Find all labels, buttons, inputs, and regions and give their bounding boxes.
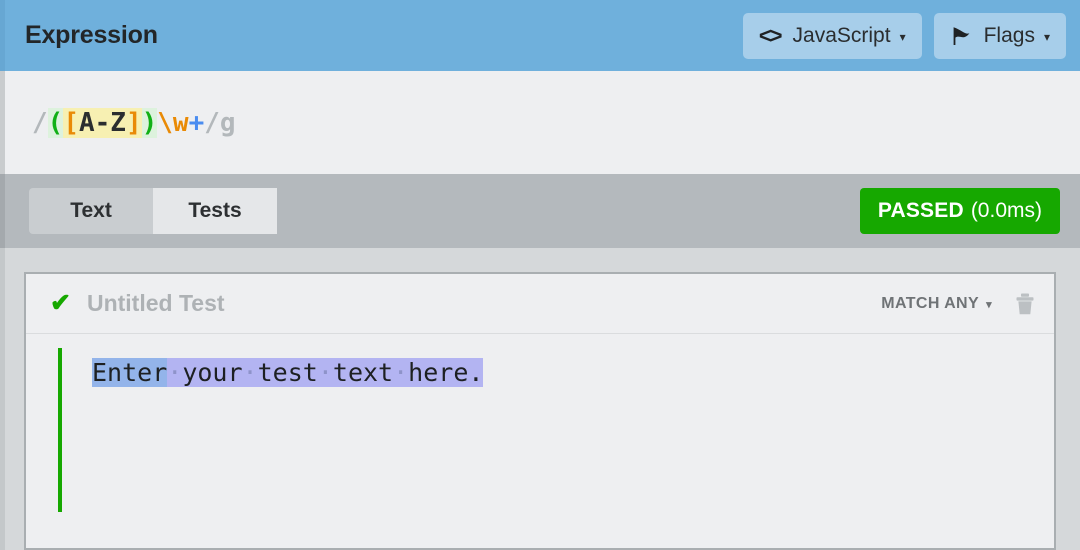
test-text-segment: here. — [408, 358, 484, 387]
test-pass-indicator-bar — [58, 348, 62, 512]
tab-text[interactable]: Text — [29, 188, 153, 234]
status-badge: PASSED (0.0ms) — [859, 188, 1060, 234]
chevron-down-icon: ▾ — [899, 29, 906, 44]
test-text-segment: test — [257, 358, 318, 387]
test-content-area[interactable]: Enter·your·test·text·here. — [26, 334, 1054, 548]
expression-input-area[interactable]: /([A-Z])\w+/g — [0, 71, 1080, 174]
expr-token-set-content: A-Z — [78, 107, 126, 138]
chevron-down-icon: ▾ — [986, 299, 992, 311]
space-dot-icon: · — [242, 358, 258, 387]
expression-header: Expression <> JavaScript ▾ Flags ▾ — [0, 0, 1080, 71]
test-text-segment: text — [332, 358, 394, 387]
match-mode-label: MATCH ANY — [881, 294, 980, 312]
space-dot-icon: · — [167, 358, 183, 387]
tab-bar: Text Tests PASSED (0.0ms) — [0, 174, 1080, 248]
tab-text-label: Text — [70, 199, 112, 222]
expression-input[interactable]: /([A-Z])\w+/g — [32, 103, 236, 143]
test-card: ✔ Untitled Test MATCH ANY ▾ Enter·your·t… — [24, 272, 1056, 550]
test-text-segment: your — [182, 358, 243, 387]
expr-token-set-close: ] — [125, 107, 142, 138]
expr-token-group-open: ( — [47, 107, 64, 138]
code-brackets-icon: <> — [758, 22, 783, 48]
space-dot-icon: · — [393, 358, 409, 387]
match-mode-dropdown[interactable]: MATCH ANY ▾ — [881, 295, 992, 313]
flag-icon — [950, 25, 972, 47]
flags-dropdown[interactable]: Flags ▾ — [933, 12, 1066, 59]
trash-icon[interactable] — [1014, 292, 1036, 316]
expr-token-flags: g — [219, 107, 236, 138]
expr-token-escape: \w — [157, 107, 189, 138]
test-title[interactable]: Untitled Test — [87, 290, 225, 317]
space-dot-icon: · — [317, 358, 333, 387]
tab-tests[interactable]: Tests — [153, 188, 277, 234]
flags-dropdown-label: Flags — [983, 23, 1035, 47]
expr-token-quantifier: + — [188, 107, 205, 138]
test-text-match-segment: Enter — [92, 358, 168, 387]
expr-token-delimiter-open: / — [32, 107, 48, 138]
expr-token-group-close: ) — [141, 107, 158, 138]
flavor-dropdown-label: JavaScript — [792, 23, 891, 47]
tests-panel: ✔ Untitled Test MATCH ANY ▾ Enter·your·t… — [0, 248, 1080, 550]
expr-token-delimiter-close: / — [204, 107, 220, 138]
regexr-app: Expression <> JavaScript ▾ Flags ▾ /([A-… — [0, 0, 1080, 550]
check-icon: ✔ — [50, 289, 71, 317]
test-text-input[interactable]: Enter·your·test·text·here. — [92, 356, 484, 390]
tab-tests-label: Tests — [188, 199, 242, 222]
page-title: Expression — [25, 21, 158, 49]
test-card-header: ✔ Untitled Test MATCH ANY ▾ — [26, 274, 1054, 334]
status-badge-time: (0.0ms) — [970, 199, 1042, 222]
flavor-dropdown-javascript[interactable]: <> JavaScript ▾ — [742, 12, 922, 59]
expr-token-set-open: [ — [63, 107, 79, 138]
status-badge-label: PASSED — [877, 199, 964, 222]
chevron-down-icon: ▾ — [1043, 29, 1050, 44]
